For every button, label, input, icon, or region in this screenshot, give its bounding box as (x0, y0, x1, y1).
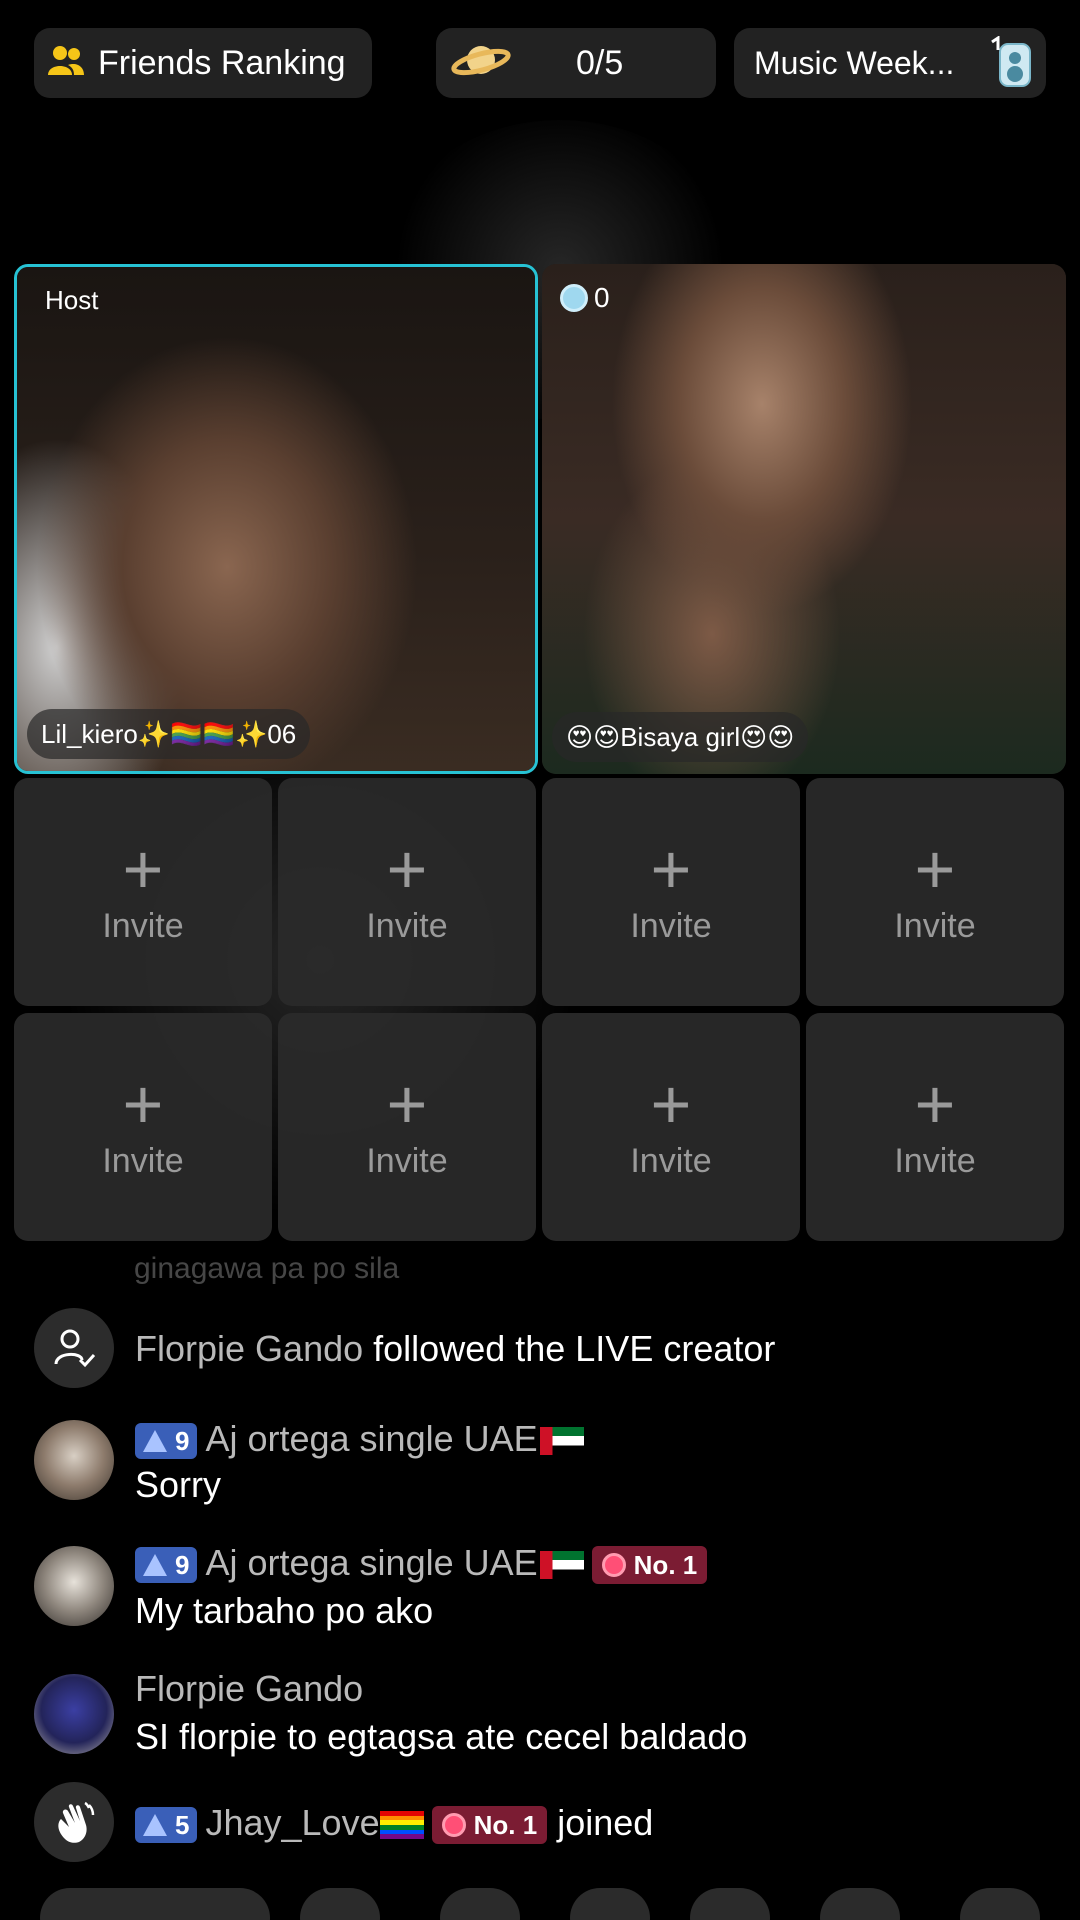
invite-slot[interactable]: + Invite (542, 778, 800, 1006)
plus-icon: + (122, 829, 164, 908)
invite-slot[interactable]: + Invite (278, 778, 536, 1006)
chat-username[interactable]: Florpie Gando (135, 1668, 363, 1710)
plus-icon: + (914, 1064, 956, 1143)
chat-text: My tarbaho po ako (135, 1590, 434, 1631)
invite-slot[interactable]: + Invite (806, 778, 1064, 1006)
level-value: 5 (175, 1809, 190, 1840)
invite-slot[interactable]: + Invite (14, 778, 272, 1006)
invite-label: Invite (630, 906, 712, 945)
plus-icon: + (122, 1064, 164, 1143)
avatar[interactable] (34, 1546, 114, 1626)
rainbow-flag-icon (379, 1811, 424, 1840)
chat-message: Florpie Gando followed the LIVE creator (34, 1308, 1044, 1390)
planet-icon (450, 34, 512, 91)
uae-flag-icon (539, 1551, 584, 1580)
chat-message-body: Florpie Gando followed the LIVE creator (135, 1328, 775, 1370)
host-video-tile[interactable]: Host Lil_kiero✨🏳️‍🌈🏳️‍🌈✨06 (14, 264, 538, 774)
wave-hand-icon (34, 1782, 114, 1862)
host-video (17, 267, 535, 771)
chat-faded-line: ginagawa pa po sila (134, 1252, 400, 1285)
level-value: 9 (175, 1425, 190, 1456)
chat-message-header: 9 Aj ortega single UAE No. 1 (135, 1542, 708, 1585)
plus-icon: + (386, 829, 428, 908)
plus-icon: + (650, 829, 692, 908)
goal-progress-button[interactable]: 0/5 (436, 28, 716, 98)
chat-message-header: 9 Aj ortega single UAE (135, 1418, 584, 1460)
music-speaker-icon (988, 35, 1038, 95)
toolbar-button[interactable] (300, 1888, 380, 1920)
avatar[interactable] (34, 1420, 114, 1500)
avatar[interactable] (34, 1674, 114, 1754)
friends-ranking-label: Friends Ranking (98, 43, 346, 82)
guest-name: 😍😍Bisaya girl😍😍 (566, 721, 795, 752)
top-bar: Friends Ranking 0/5 Music Week... (0, 28, 1080, 100)
alarm-clock-icon (441, 1813, 466, 1838)
plus-icon: + (914, 829, 956, 908)
invite-label: Invite (894, 906, 976, 945)
coin-icon (560, 284, 588, 312)
chat-text: SI florpie to egtagsa ate cecel baldado (135, 1716, 748, 1757)
friends-ranking-button[interactable]: Friends Ranking (34, 28, 372, 98)
chat-username[interactable]: Aj ortega single UAE (205, 1542, 537, 1583)
alarm-clock-icon (601, 1553, 626, 1578)
invite-label: Invite (894, 1141, 976, 1180)
chat-message: 9 Aj ortega single UAE Sorry (34, 1418, 1044, 1508)
level-icon (143, 1554, 167, 1577)
chat-message: 9 Aj ortega single UAE No. 1 My tarbaho po… (34, 1542, 1044, 1632)
level-badge: 9 (135, 1547, 198, 1584)
host-tag: Host (45, 285, 99, 315)
share-button[interactable] (960, 1888, 1040, 1920)
guest-coin-tag: 0 (560, 282, 610, 314)
level-icon (143, 1430, 167, 1453)
level-badge: 5 (135, 1807, 198, 1844)
uae-flag-icon (539, 1427, 584, 1456)
guest-video-tile[interactable]: 0 😍😍Bisaya girl😍😍 (542, 264, 1066, 774)
invite-slot[interactable]: + Invite (278, 1013, 536, 1241)
plus-icon: + (650, 1064, 692, 1143)
friends-icon (46, 43, 86, 84)
follow-user-icon (34, 1308, 114, 1388)
comment-input[interactable] (40, 1888, 270, 1920)
host-name: Lil_kiero✨🏳️‍🌈🏳️‍🌈✨06 (41, 718, 297, 749)
rank-value: No. 1 (473, 1809, 538, 1840)
toolbar-button[interactable] (690, 1888, 770, 1920)
toolbar-button[interactable] (820, 1888, 900, 1920)
level-icon (143, 1814, 167, 1837)
chat-message: Florpie Gando SI florpie to egtagsa ate … (34, 1668, 1044, 1758)
rank-badge: No. 1 (431, 1806, 548, 1845)
chat-username[interactable]: Jhay_Love (205, 1802, 379, 1843)
music-week-label: Music Week... (754, 44, 955, 81)
invite-slot[interactable]: + Invite (806, 1013, 1064, 1241)
invite-label: Invite (366, 1141, 448, 1180)
guest-video (542, 264, 1066, 774)
level-value: 9 (175, 1549, 190, 1580)
guest-name-pill[interactable]: 😍😍Bisaya girl😍😍 (552, 712, 809, 762)
chat-message-body: 5 Jhay_Love No. 1 joined (135, 1802, 654, 1845)
goal-count: 0/5 (576, 43, 624, 82)
chat-username[interactable]: Florpie Gando (135, 1328, 363, 1369)
invite-label: Invite (630, 1141, 712, 1180)
invite-slot[interactable]: + Invite (542, 1013, 800, 1241)
chat-message: 5 Jhay_Love No. 1 joined (34, 1782, 1044, 1864)
invite-label: Invite (102, 906, 184, 945)
rank-value: No. 1 (633, 1549, 698, 1580)
plus-icon: + (386, 1064, 428, 1143)
toolbar-button[interactable] (570, 1888, 650, 1920)
chat-username[interactable]: Aj ortega single UAE (205, 1418, 537, 1459)
guest-coin-count: 0 (594, 282, 610, 313)
invite-label: Invite (366, 906, 448, 945)
invite-slot[interactable]: + Invite (14, 1013, 272, 1241)
chat-text: joined (557, 1802, 654, 1843)
chat-text: Sorry (135, 1464, 222, 1505)
chat-text: followed the LIVE creator (373, 1328, 776, 1369)
bottom-toolbar (0, 1888, 1080, 1920)
level-badge: 9 (135, 1423, 198, 1460)
host-name-pill[interactable]: Lil_kiero✨🏳️‍🌈🏳️‍🌈✨06 (27, 709, 311, 759)
invite-label: Invite (102, 1141, 184, 1180)
toolbar-button[interactable] (440, 1888, 520, 1920)
music-week-button[interactable]: Music Week... (734, 28, 1046, 98)
rank-badge: No. 1 (591, 1546, 708, 1585)
